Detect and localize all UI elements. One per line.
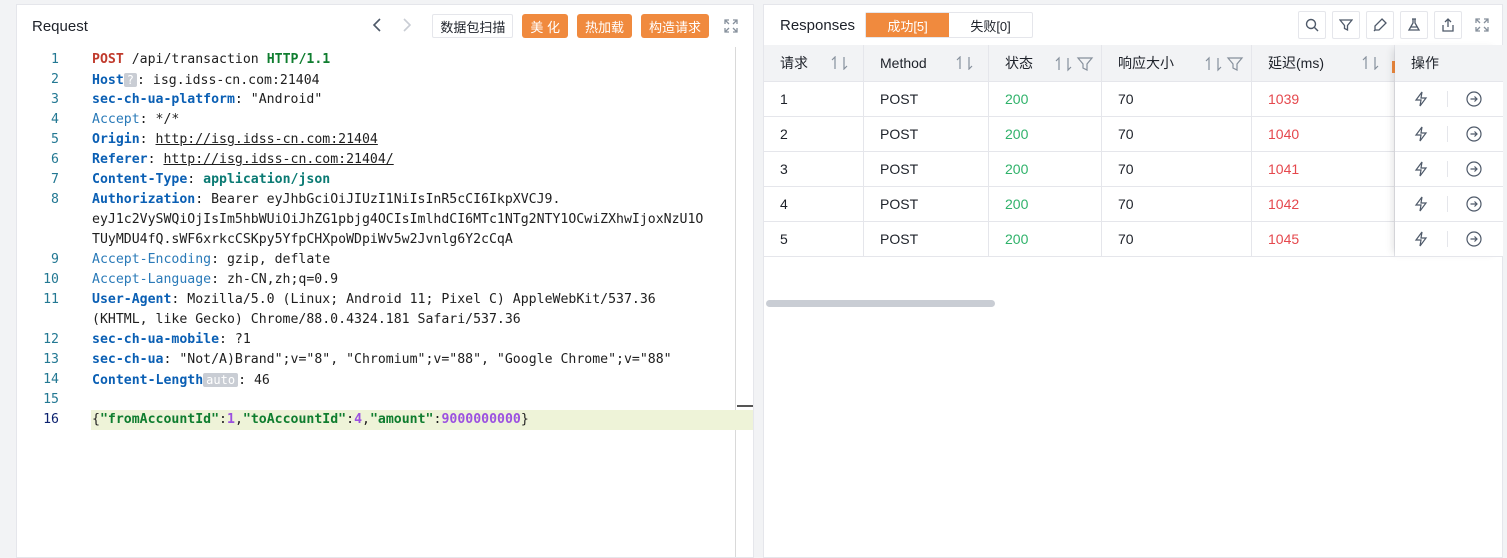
code-line: 7 Content-Type: application/json — [51, 172, 331, 187]
col-actions: 操作 — [1395, 45, 1503, 82]
table-row[interactable]: 5 POST 200 70 1045 — [764, 222, 1502, 257]
table-row[interactable]: 3 POST 200 70 1041 — [764, 152, 1502, 187]
go-circle-icon[interactable] — [1448, 126, 1500, 142]
horizontal-scrollbar[interactable] — [766, 300, 995, 307]
code-line: 3 sec-ch-ua-platform: "Android" — [51, 92, 323, 107]
code-line: 5 Origin: http://isg.idss-cn.com:21404 — [51, 132, 378, 147]
packet-scan-button[interactable]: 数据包扫描 — [432, 14, 514, 38]
code-line: 8 Authorization: Bearer eyJhbGciOiJIUzI1… — [51, 192, 561, 207]
beautify-button[interactable]: 美 化 — [522, 14, 568, 38]
tab-success[interactable]: 成功[5] — [866, 13, 950, 37]
referer-link[interactable]: http://isg.idss-cn.com:21404/ — [163, 152, 393, 167]
col-status[interactable]: 状态 — [989, 45, 1102, 81]
responses-panel: Responses 成功[5] 失败[0] 请求 Method 状态 响应大小 … — [763, 4, 1503, 558]
code-line-wrap: eyJ1c2VySWQiOjIsIm5hbWUiOiJhZG1pbjg4OCIs… — [92, 212, 704, 227]
auto-tag[interactable]: auto — [203, 373, 239, 387]
col-size[interactable]: 响应大小 — [1102, 45, 1252, 81]
go-circle-icon[interactable] — [1448, 91, 1500, 107]
col-method[interactable]: Method — [864, 45, 989, 81]
sort-filter-icon[interactable] — [1205, 56, 1245, 72]
code-line-wrap: TUyMDU4fQ.sWF6xrkcCSKpy5YfpCHXpoWDpiWv5w… — [92, 232, 513, 247]
next-arrow-icon[interactable] — [392, 16, 422, 37]
actions-row — [1395, 117, 1503, 152]
origin-link[interactable]: http://isg.idss-cn.com:21404 — [156, 132, 378, 147]
app-root: Request 数据包扫描 美 化 热加载 构造请求 1 POST /api/t… — [0, 0, 1507, 558]
hot-load-button[interactable]: 热加载 — [576, 14, 632, 38]
clear-icon[interactable] — [1366, 11, 1394, 39]
lightning-icon[interactable] — [1395, 231, 1447, 247]
flask-icon[interactable] — [1400, 11, 1428, 39]
table-row[interactable]: 1 POST 200 70 1039 — [764, 82, 1502, 117]
go-circle-icon[interactable] — [1448, 231, 1500, 247]
table-row[interactable]: 4 POST 200 70 1042 — [764, 187, 1502, 222]
responses-table: 请求 Method 状态 响应大小 延迟(ms) 1 POST 200 70 1… — [764, 45, 1502, 257]
code-line: 11 User-Agent: Mozilla/5.0 (Linux; Andro… — [43, 292, 656, 307]
sort-icon[interactable] — [831, 56, 849, 70]
tab-failed[interactable]: 失败[0] — [949, 13, 1032, 37]
export-icon[interactable] — [1434, 11, 1462, 39]
code-line: 2 Host?: isg.idss-cn.com:21404 — [51, 72, 320, 88]
search-icon[interactable] — [1298, 11, 1326, 39]
col-latency[interactable]: 延迟(ms) — [1252, 45, 1395, 81]
actions-column: 操作 — [1395, 45, 1503, 257]
responses-title: Responses — [780, 16, 856, 34]
table-row[interactable]: 2 POST 200 70 1040 — [764, 117, 1502, 152]
fullscreen-icon[interactable] — [717, 19, 745, 33]
col-request[interactable]: 请求 — [764, 45, 864, 81]
result-tabs: 成功[5] 失败[0] — [865, 12, 1034, 38]
actions-row — [1395, 82, 1503, 117]
responses-header: Responses 成功[5] 失败[0] — [764, 5, 1502, 45]
lightning-icon[interactable] — [1395, 126, 1447, 142]
code-line-wrap: (KHTML, like Gecko) Chrome/88.0.4324.181… — [92, 312, 521, 327]
code-line: 10 Accept-Language: zh-CN,zh;q=0.9 — [43, 272, 339, 287]
actions-row — [1395, 187, 1503, 222]
actions-row — [1395, 222, 1503, 257]
sort-filter-icon[interactable] — [1055, 56, 1095, 72]
code-line-current: 16 {"fromAccountId":1,"toAccountId":4,"a… — [17, 410, 753, 430]
toolbar — [1298, 11, 1502, 39]
help-tag[interactable]: ? — [123, 73, 137, 87]
code-line: 4 Accept: */* — [51, 112, 180, 127]
fullscreen-icon[interactable] — [1468, 11, 1496, 39]
code-line: 13 sec-ch-ua: "Not/A)Brand";v="8", "Chro… — [43, 352, 672, 367]
request-panel: Request 数据包扫描 美 化 热加载 构造请求 1 POST /api/t… — [16, 4, 754, 558]
code-line: 6 Referer: http://isg.idss-cn.com:21404/ — [51, 152, 394, 167]
code-line: 12 sec-ch-ua-mobile: ?1 — [43, 332, 251, 347]
build-request-button[interactable]: 构造请求 — [640, 14, 709, 38]
sort-icon[interactable] — [1362, 56, 1380, 70]
request-header: Request 数据包扫描 美 化 热加载 构造请求 — [17, 5, 753, 47]
code-line: 1 POST /api/transaction HTTP/1.1 — [51, 52, 331, 67]
code-line: 15 — [43, 392, 59, 407]
lightning-icon[interactable] — [1395, 91, 1447, 107]
prev-arrow-icon[interactable] — [362, 16, 392, 37]
go-circle-icon[interactable] — [1448, 196, 1500, 212]
actions-row — [1395, 152, 1503, 187]
filter-icon[interactable] — [1332, 11, 1360, 39]
request-title: Request — [32, 17, 88, 35]
go-circle-icon[interactable] — [1448, 161, 1500, 177]
code-line: 9 Accept-Encoding: gzip, deflate — [51, 252, 331, 267]
request-editor[interactable]: 1 POST /api/transaction HTTP/1.1 2 Host?… — [17, 47, 753, 557]
code-line: 14 Content-Length auto: 46 — [43, 372, 270, 388]
lightning-icon[interactable] — [1395, 196, 1447, 212]
sort-icon[interactable] — [956, 56, 974, 70]
lightning-icon[interactable] — [1395, 161, 1447, 177]
